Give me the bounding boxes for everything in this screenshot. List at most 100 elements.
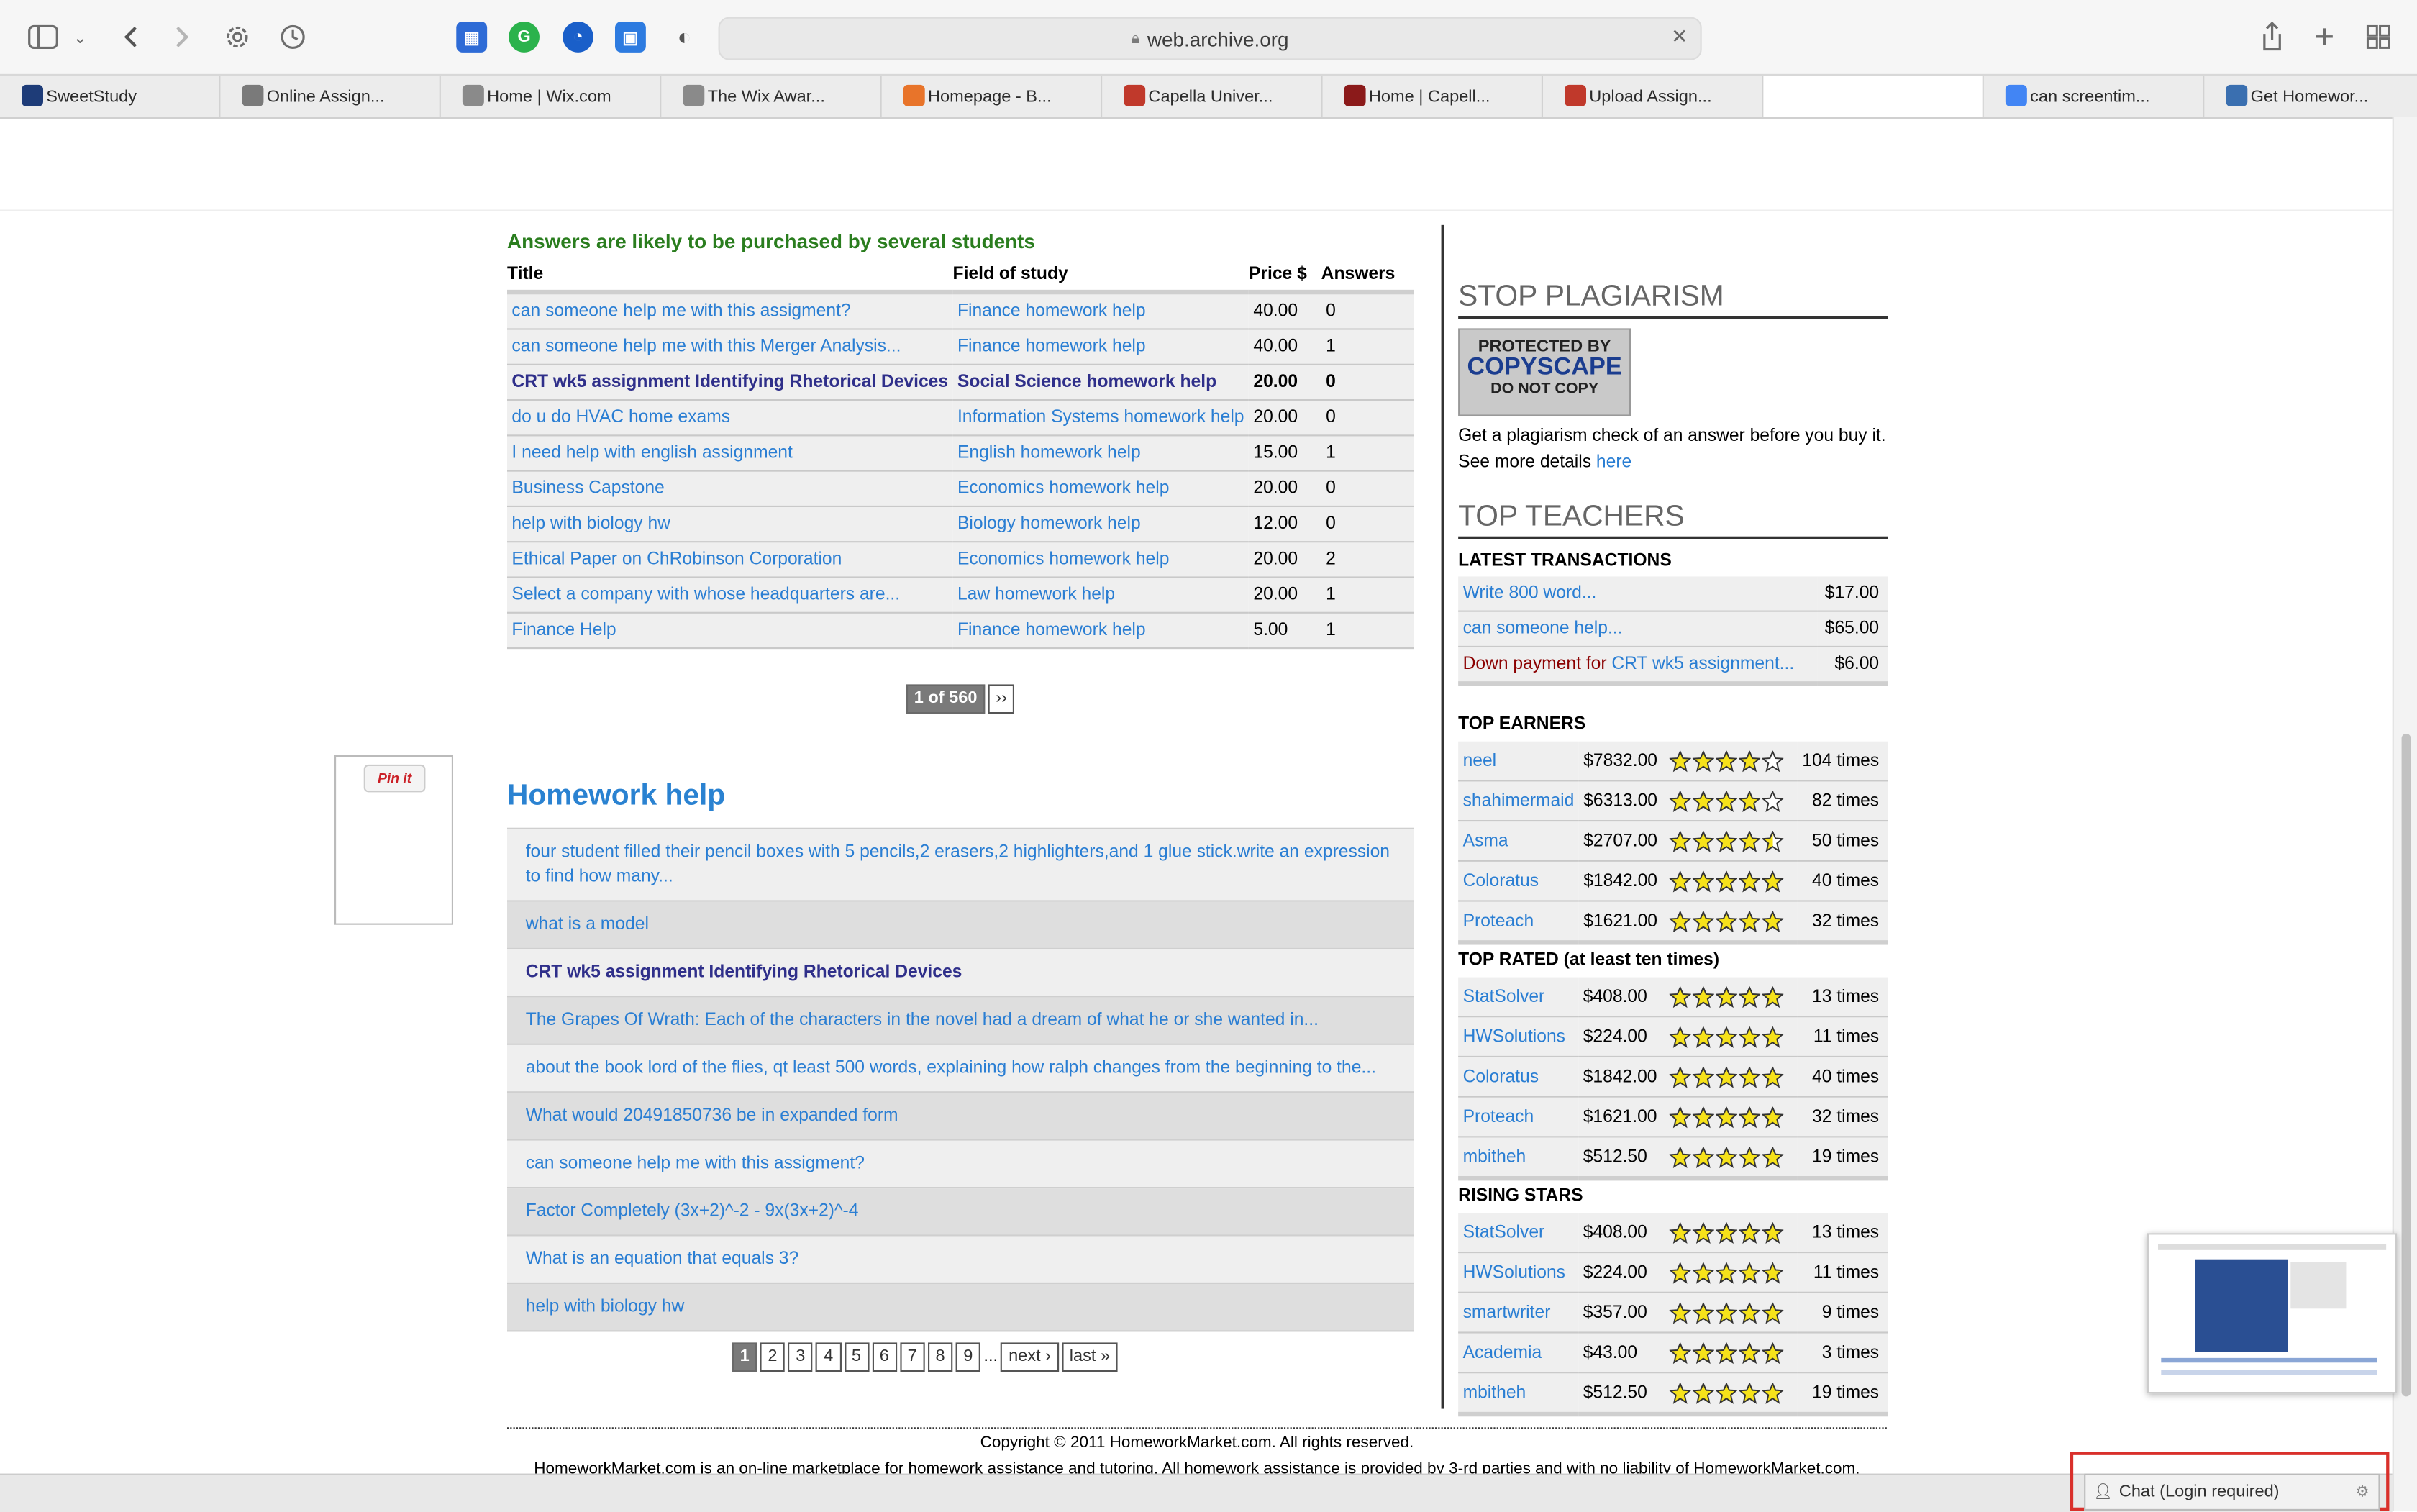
teacher-name-link[interactable]: HWSolutions bbox=[1463, 1263, 1565, 1282]
question-title-link[interactable]: do u do HVAC home exams bbox=[511, 409, 730, 427]
question-field-link[interactable]: Finance homework help bbox=[957, 302, 1146, 321]
pager-next-button[interactable]: next › bbox=[1001, 1342, 1059, 1372]
teacher-name-link[interactable]: StatSolver bbox=[1463, 1223, 1545, 1242]
teacher-name-link[interactable]: Academia bbox=[1463, 1344, 1542, 1362]
question-field-link[interactable]: Finance homework help bbox=[957, 337, 1146, 356]
question-title-link[interactable]: help with biology hw bbox=[511, 515, 670, 534]
sidebar-toggle-icon[interactable] bbox=[24, 19, 61, 55]
teacher-name-link[interactable]: StatSolver bbox=[1463, 988, 1545, 1006]
scrollbar-thumb[interactable] bbox=[2401, 733, 2411, 1397]
pager-next-button[interactable]: ›› bbox=[988, 684, 1015, 714]
teacher-name-link[interactable]: HWSolutions bbox=[1463, 1027, 1565, 1046]
rating-stars bbox=[1669, 1301, 1784, 1324]
browser-tab[interactable]: SweetStudy bbox=[0, 76, 221, 117]
question-title-link[interactable]: Ethical Paper on ChRobinson Corporation bbox=[511, 550, 842, 569]
question-field-link[interactable]: Law homework help bbox=[957, 586, 1115, 604]
browser-tab[interactable]: Capella Univer... bbox=[1102, 76, 1323, 117]
browser-tab[interactable]: Online Assign... bbox=[220, 76, 441, 117]
screenshot-thumbnail[interactable] bbox=[2147, 1233, 2398, 1394]
clear-url-icon[interactable]: ✕ bbox=[1671, 24, 1688, 49]
question-title-link[interactable]: I need help with english assignment bbox=[511, 444, 792, 463]
shield-icon[interactable]: ◐ bbox=[669, 22, 700, 53]
homework-item-link[interactable]: four student filled their pencil boxes w… bbox=[526, 843, 1390, 886]
question-title-link[interactable]: can someone help me with this assigment? bbox=[511, 302, 850, 321]
browser-tab[interactable]: The Wix Awar... bbox=[661, 76, 882, 117]
homework-item-link[interactable]: CRT wk5 assignment Identifying Rhetorica… bbox=[526, 963, 962, 982]
chevron-down-icon[interactable]: ⌄ bbox=[63, 19, 97, 55]
teacher-name-link[interactable]: neel bbox=[1463, 752, 1497, 770]
question-field-link[interactable]: Economics homework help bbox=[957, 550, 1169, 569]
page-number-button[interactable]: 6 bbox=[872, 1342, 897, 1372]
browser-tab[interactable]: can screentim... bbox=[1984, 76, 2205, 117]
extension-grammarly-icon[interactable]: G bbox=[509, 22, 540, 53]
browser-tab[interactable]: Home | Wix.com bbox=[441, 76, 662, 117]
new-tab-icon[interactable]: + bbox=[2306, 17, 2343, 56]
share-icon[interactable] bbox=[2254, 19, 2290, 55]
page-number-button[interactable]: 2 bbox=[760, 1342, 786, 1372]
tab-overview-icon[interactable] bbox=[2360, 19, 2397, 55]
question-field-link[interactable]: English homework help bbox=[957, 444, 1141, 463]
homework-item-link[interactable]: Factor Completely (3x+2)^-2 - 9x(3x+2)^-… bbox=[526, 1202, 859, 1221]
settings-gear-icon[interactable] bbox=[219, 19, 255, 55]
browser-tab[interactable]: Home | Capell... bbox=[1323, 76, 1543, 117]
browser-tab[interactable] bbox=[1763, 76, 1984, 117]
teacher-name-link[interactable]: shahimermaid bbox=[1463, 791, 1575, 810]
homework-item-link[interactable]: can someone help me with this assigment? bbox=[526, 1155, 865, 1173]
plagiarism-here-link[interactable]: here bbox=[1596, 453, 1631, 472]
page-number-button[interactable]: 7 bbox=[899, 1342, 925, 1372]
page-number-button[interactable]: 4 bbox=[816, 1342, 841, 1372]
page-number-button[interactable]: 5 bbox=[844, 1342, 869, 1372]
homework-item-link[interactable]: what is a model bbox=[526, 916, 649, 934]
browser-tab[interactable]: Upload Assign... bbox=[1543, 76, 1764, 117]
browser-tab[interactable]: Homepage - B... bbox=[882, 76, 1103, 117]
pager-last-button[interactable]: last » bbox=[1062, 1342, 1118, 1372]
pinit-button[interactable]: Pin it bbox=[363, 764, 426, 793]
teacher-times: 104 times bbox=[1797, 741, 1888, 782]
teacher-name-link[interactable]: mbitheh bbox=[1463, 1383, 1526, 1402]
address-bar[interactable]: 🔒︎ web.archive.org ✕ bbox=[718, 17, 1702, 60]
teacher-name-link[interactable]: Proteach bbox=[1463, 1108, 1534, 1126]
teacher-name-link[interactable]: Coloratus bbox=[1463, 1067, 1539, 1086]
transaction-link[interactable]: can someone help... bbox=[1463, 619, 1623, 638]
history-clock-icon[interactable] bbox=[274, 19, 311, 55]
question-field-link[interactable]: Information Systems homework help bbox=[957, 409, 1244, 427]
teacher-name-link[interactable]: mbitheh bbox=[1463, 1147, 1526, 1166]
extension-meet-icon[interactable]: ▦ bbox=[456, 22, 488, 53]
chat-settings-icon[interactable]: ⚙︎ bbox=[2355, 1484, 2369, 1501]
question-field-link[interactable]: Biology homework help bbox=[957, 515, 1141, 534]
extension-zoom-icon[interactable]: ▣ bbox=[615, 22, 646, 53]
forward-icon[interactable] bbox=[163, 19, 200, 55]
homework-item-link[interactable]: about the book lord of the flies, qt lea… bbox=[526, 1059, 1376, 1078]
question-title-link[interactable]: Business Capstone bbox=[511, 479, 664, 498]
teacher-name-link[interactable]: Coloratus bbox=[1463, 872, 1539, 891]
teacher-name-link[interactable]: Asma bbox=[1463, 832, 1508, 850]
browser-tab[interactable]: Get Homewor... bbox=[2204, 76, 2417, 117]
page-number-button[interactable]: 9 bbox=[955, 1342, 981, 1372]
question-field-link[interactable]: Finance homework help bbox=[957, 621, 1146, 640]
homework-item-link[interactable]: What would 20491850736 be in expanded fo… bbox=[526, 1107, 898, 1126]
homework-item-link[interactable]: help with biology hw bbox=[526, 1298, 685, 1316]
star-icon bbox=[1762, 1065, 1784, 1088]
page-number-button[interactable]: 8 bbox=[927, 1342, 953, 1372]
homework-item-link[interactable]: The Grapes Of Wrath: Each of the charact… bbox=[526, 1011, 1319, 1030]
star-icon bbox=[1693, 870, 1715, 892]
teacher-row: Coloratus $1842.00 40 times bbox=[1458, 860, 1888, 902]
back-icon[interactable] bbox=[112, 19, 149, 55]
transaction-link[interactable]: Write 800 word... bbox=[1463, 584, 1597, 603]
extension-globe-icon[interactable]: ◔ bbox=[563, 22, 593, 53]
chat-widget[interactable]: 👤︎ Chat (Login required) ⚙︎ bbox=[2084, 1473, 2380, 1511]
teacher-name-link[interactable]: smartwriter bbox=[1463, 1303, 1551, 1322]
teacher-name-link[interactable]: Proteach bbox=[1463, 912, 1534, 931]
question-title-link[interactable]: can someone help me with this Merger Ana… bbox=[511, 337, 901, 356]
question-title-link[interactable]: Select a company with whose headquarters… bbox=[511, 586, 900, 604]
page-number-button[interactable]: 1 bbox=[732, 1342, 757, 1372]
question-title-link[interactable]: Finance Help bbox=[511, 621, 616, 640]
homework-item-link[interactable]: What is an equation that equals 3? bbox=[526, 1250, 798, 1269]
rating-stars bbox=[1669, 1065, 1784, 1088]
question-field-link[interactable]: Economics homework help bbox=[957, 479, 1169, 498]
page-number-button[interactable]: 3 bbox=[788, 1342, 814, 1372]
question-field-link[interactable]: Social Science homework help bbox=[957, 373, 1216, 392]
star-icon bbox=[1762, 910, 1784, 932]
transaction-link[interactable]: CRT wk5 assignment... bbox=[1611, 655, 1794, 674]
question-title-link[interactable]: CRT wk5 assignment Identifying Rhetorica… bbox=[511, 373, 948, 392]
